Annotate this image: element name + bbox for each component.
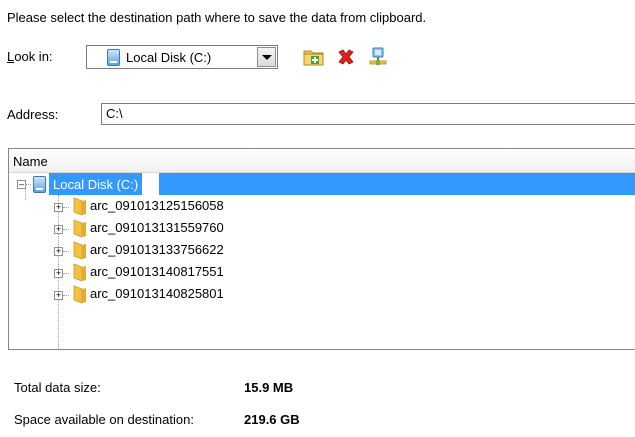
tree-item[interactable]: + arc_091013125156058 [9, 195, 635, 217]
delete-button[interactable] [334, 45, 358, 69]
look-in-dropdown[interactable]: Local Disk (C:) [86, 45, 278, 69]
total-size-label: Total data size: [14, 380, 101, 395]
expand-toggle[interactable]: + [54, 269, 63, 278]
look-in-selected: Local Disk (C:) [126, 49, 212, 65]
folder-tree[interactable]: Name – Local Disk (C:) + arc_09101312515… [8, 148, 635, 350]
new-folder-icon [303, 50, 324, 66]
instruction-text: Please select the destination path where… [7, 10, 427, 25]
space-available-value: 219.6 GB [244, 412, 300, 427]
total-size-value: 15.9 MB [244, 380, 294, 395]
dropdown-arrow-button[interactable] [257, 47, 276, 67]
tree-item[interactable]: + arc_091013131559760 [9, 217, 635, 239]
look-in-label: Look in: [7, 49, 53, 64]
expand-toggle[interactable]: + [54, 225, 63, 234]
chevron-down-icon [261, 54, 272, 60]
network-drive-icon [369, 47, 387, 65]
new-folder-button[interactable] [302, 45, 326, 69]
space-available-label: Space available on destination: [14, 412, 194, 427]
local-disk-icon [33, 176, 46, 193]
column-header-name[interactable]: Name [9, 149, 635, 173]
expand-toggle[interactable]: + [54, 203, 63, 212]
tree-item-label: arc_091013140825801 [90, 286, 224, 301]
delete-icon [338, 49, 354, 65]
folder-icon [73, 285, 86, 304]
collapse-toggle[interactable]: – [17, 180, 26, 189]
local-disk-icon [107, 48, 120, 66]
address-label: Address: [7, 107, 59, 122]
tree-root-label: Local Disk (C:) [53, 176, 139, 192]
tree-item-label: arc_091013131559760 [90, 220, 224, 235]
folder-icon [73, 263, 86, 282]
expand-toggle[interactable]: + [54, 291, 63, 300]
tree-item-label: arc_091013125156058 [90, 198, 224, 213]
folder-icon [73, 197, 86, 216]
tree-item[interactable]: + arc_091013140817551 [9, 261, 635, 283]
tree-root-row[interactable]: – Local Disk (C:) [9, 173, 635, 195]
tree-item-label: arc_091013140817551 [90, 264, 224, 279]
address-input[interactable]: C:\ [101, 103, 635, 125]
folder-icon [73, 241, 86, 260]
column-header-label: Name [13, 154, 48, 169]
tree-item[interactable]: + arc_091013133756622 [9, 239, 635, 261]
look-in-label-text: ook in: [14, 49, 53, 64]
tree-item-label: arc_091013133756622 [90, 242, 224, 257]
folder-icon [73, 219, 86, 238]
tree-item[interactable]: + arc_091013140825801 [9, 283, 635, 305]
expand-toggle[interactable]: + [54, 247, 63, 256]
network-drive-button[interactable] [366, 45, 390, 69]
